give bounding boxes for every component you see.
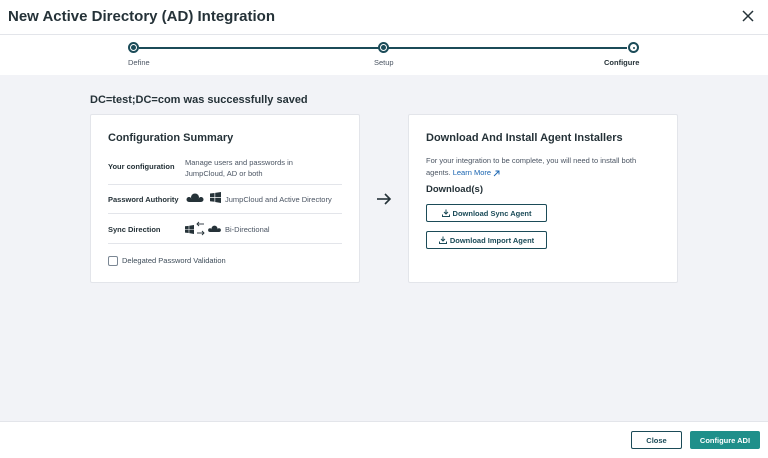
summary-row-value: Manage users and passwords in JumpCloud,…	[185, 158, 293, 178]
jumpcloud-icon	[207, 225, 222, 233]
configuration-summary-card: Configuration Summary Your configuration…	[90, 114, 360, 283]
summary-row-sync-direction: Sync Direction Bi-Directional	[108, 214, 342, 244]
step-setup-dot	[378, 42, 389, 53]
learn-more-text: Learn More	[452, 168, 492, 177]
learn-more-link[interactable]: Learn More	[453, 168, 500, 177]
step-define-label: Define	[128, 58, 150, 67]
external-link-icon	[493, 170, 500, 176]
step-configure-dot	[628, 42, 639, 53]
summary-row-label: Sync Direction	[108, 225, 161, 234]
summary-row-value: Bi-Directional	[225, 225, 270, 234]
downloads-heading: Download(s)	[426, 184, 483, 195]
jumpcloud-icon	[185, 193, 205, 203]
installers-description: For your integration to be complete, you…	[426, 155, 661, 179]
installers-title: Download And Install Agent Installers	[426, 132, 623, 144]
download-import-agent-button[interactable]: Download Import Agent	[426, 231, 547, 249]
download-import-agent-label: Download Import Agent	[449, 235, 535, 245]
saved-message: DC=test;DC=com was successfully saved	[90, 94, 308, 106]
bidirectional-arrows-icon	[196, 220, 205, 238]
summary-row-label: Your configuration	[108, 162, 175, 171]
summary-row-configuration: Your configuration Manage users and pass…	[108, 155, 342, 185]
configure-adi-button[interactable]: Configure ADI	[690, 431, 760, 449]
modal-title: New Active Directory (AD) Integration	[8, 8, 275, 25]
content-area: DC=test;DC=com was successfully saved Co…	[0, 75, 768, 421]
step-configure-label: Configure	[604, 58, 640, 67]
delegated-password-validation-label: Delegated Password Validation	[122, 256, 226, 265]
summary-row-password-authority: Password Authority JumpCloud and Active …	[108, 185, 342, 214]
summary-row-value: JumpCloud and Active Directory	[225, 195, 332, 204]
modal-header: New Active Directory (AD) Integration	[0, 0, 768, 35]
download-sync-agent-label: Download Sync Agent	[452, 208, 532, 218]
summary-row-label: Password Authority	[108, 195, 179, 204]
windows-icon	[185, 225, 194, 234]
download-sync-agent-button[interactable]: Download Sync Agent	[426, 204, 547, 222]
delegated-password-validation-checkbox[interactable]	[108, 256, 118, 266]
download-icon	[438, 236, 447, 244]
modal-footer: Close Configure ADI	[0, 421, 768, 458]
step-setup-label: Setup	[374, 58, 394, 67]
summary-title: Configuration Summary	[108, 132, 234, 144]
step-define-dot	[128, 42, 139, 53]
agent-installers-card: Download And Install Agent Installers Fo…	[408, 114, 678, 283]
arrow-right-icon	[376, 192, 392, 206]
close-icon[interactable]	[738, 6, 758, 26]
stepper: Define Setup Configure	[0, 35, 768, 75]
download-icon	[441, 209, 450, 217]
windows-icon	[210, 192, 221, 203]
close-button[interactable]: Close	[631, 431, 682, 449]
